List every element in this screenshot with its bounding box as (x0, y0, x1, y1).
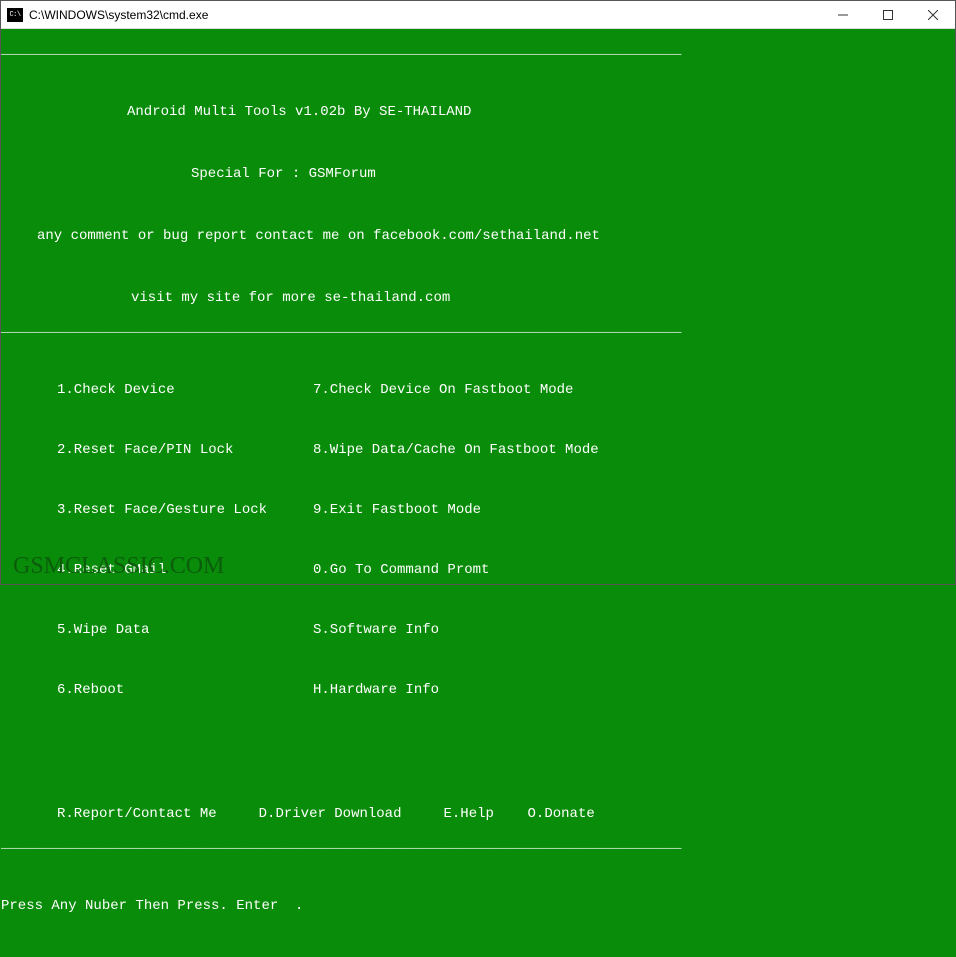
divider-line: ________________________________________… (1, 321, 955, 337)
window-titlebar: C:\WINDOWS\system32\cmd.exe (1, 1, 955, 29)
header-contact: any comment or bug report contact me on … (1, 229, 955, 245)
divider-line: ________________________________________… (1, 837, 955, 853)
footer-help: E.Help (444, 806, 494, 822)
footer-driver: D.Driver Download (259, 806, 402, 822)
header-subtitle: Special For : GSMForum (1, 167, 955, 183)
header-title: Android Multi Tools v1.02b By SE-THAILAN… (1, 105, 955, 121)
window-controls (820, 1, 955, 28)
footer-options: R.Report/Contact Me D.Driver Download E.… (1, 807, 955, 823)
menu-item-8: 8.Wipe Data/Cache On Fastboot Mode (313, 443, 599, 457)
window-title: C:\WINDOWS\system32\cmd.exe (29, 8, 820, 22)
menu-item-5: 5.Wipe Data (1, 623, 313, 637)
divider-line: ________________________________________… (1, 43, 955, 59)
menu-item-0: 0.Go To Command Promt (313, 563, 489, 577)
footer-report: R.Report/Contact Me (57, 806, 217, 822)
cmd-icon (7, 8, 23, 22)
footer-donate: O.Donate (528, 806, 595, 822)
close-button[interactable] (910, 1, 955, 28)
menu-item-7: 7.Check Device On Fastboot Mode (313, 383, 573, 397)
watermark-text: GSMCLASSIC.COM (13, 554, 224, 578)
menu-item-9: 9.Exit Fastboot Mode (313, 503, 481, 517)
maximize-button[interactable] (865, 1, 910, 28)
input-prompt: Press Any Nuber Then Press. Enter . (1, 899, 955, 915)
menu-item-h: H.Hardware Info (313, 683, 439, 697)
menu-item-s: S.Software Info (313, 623, 439, 637)
terminal-content[interactable]: ________________________________________… (1, 29, 955, 584)
menu-item-1: 1.Check Device (1, 383, 313, 397)
menu-item-3: 3.Reset Face/Gesture Lock (1, 503, 313, 517)
menu-item-2: 2.Reset Face/PIN Lock (1, 443, 313, 457)
menu-item-6: 6.Reboot (1, 683, 313, 697)
minimize-button[interactable] (820, 1, 865, 28)
header-site: visit my site for more se-thailand.com (1, 291, 955, 307)
